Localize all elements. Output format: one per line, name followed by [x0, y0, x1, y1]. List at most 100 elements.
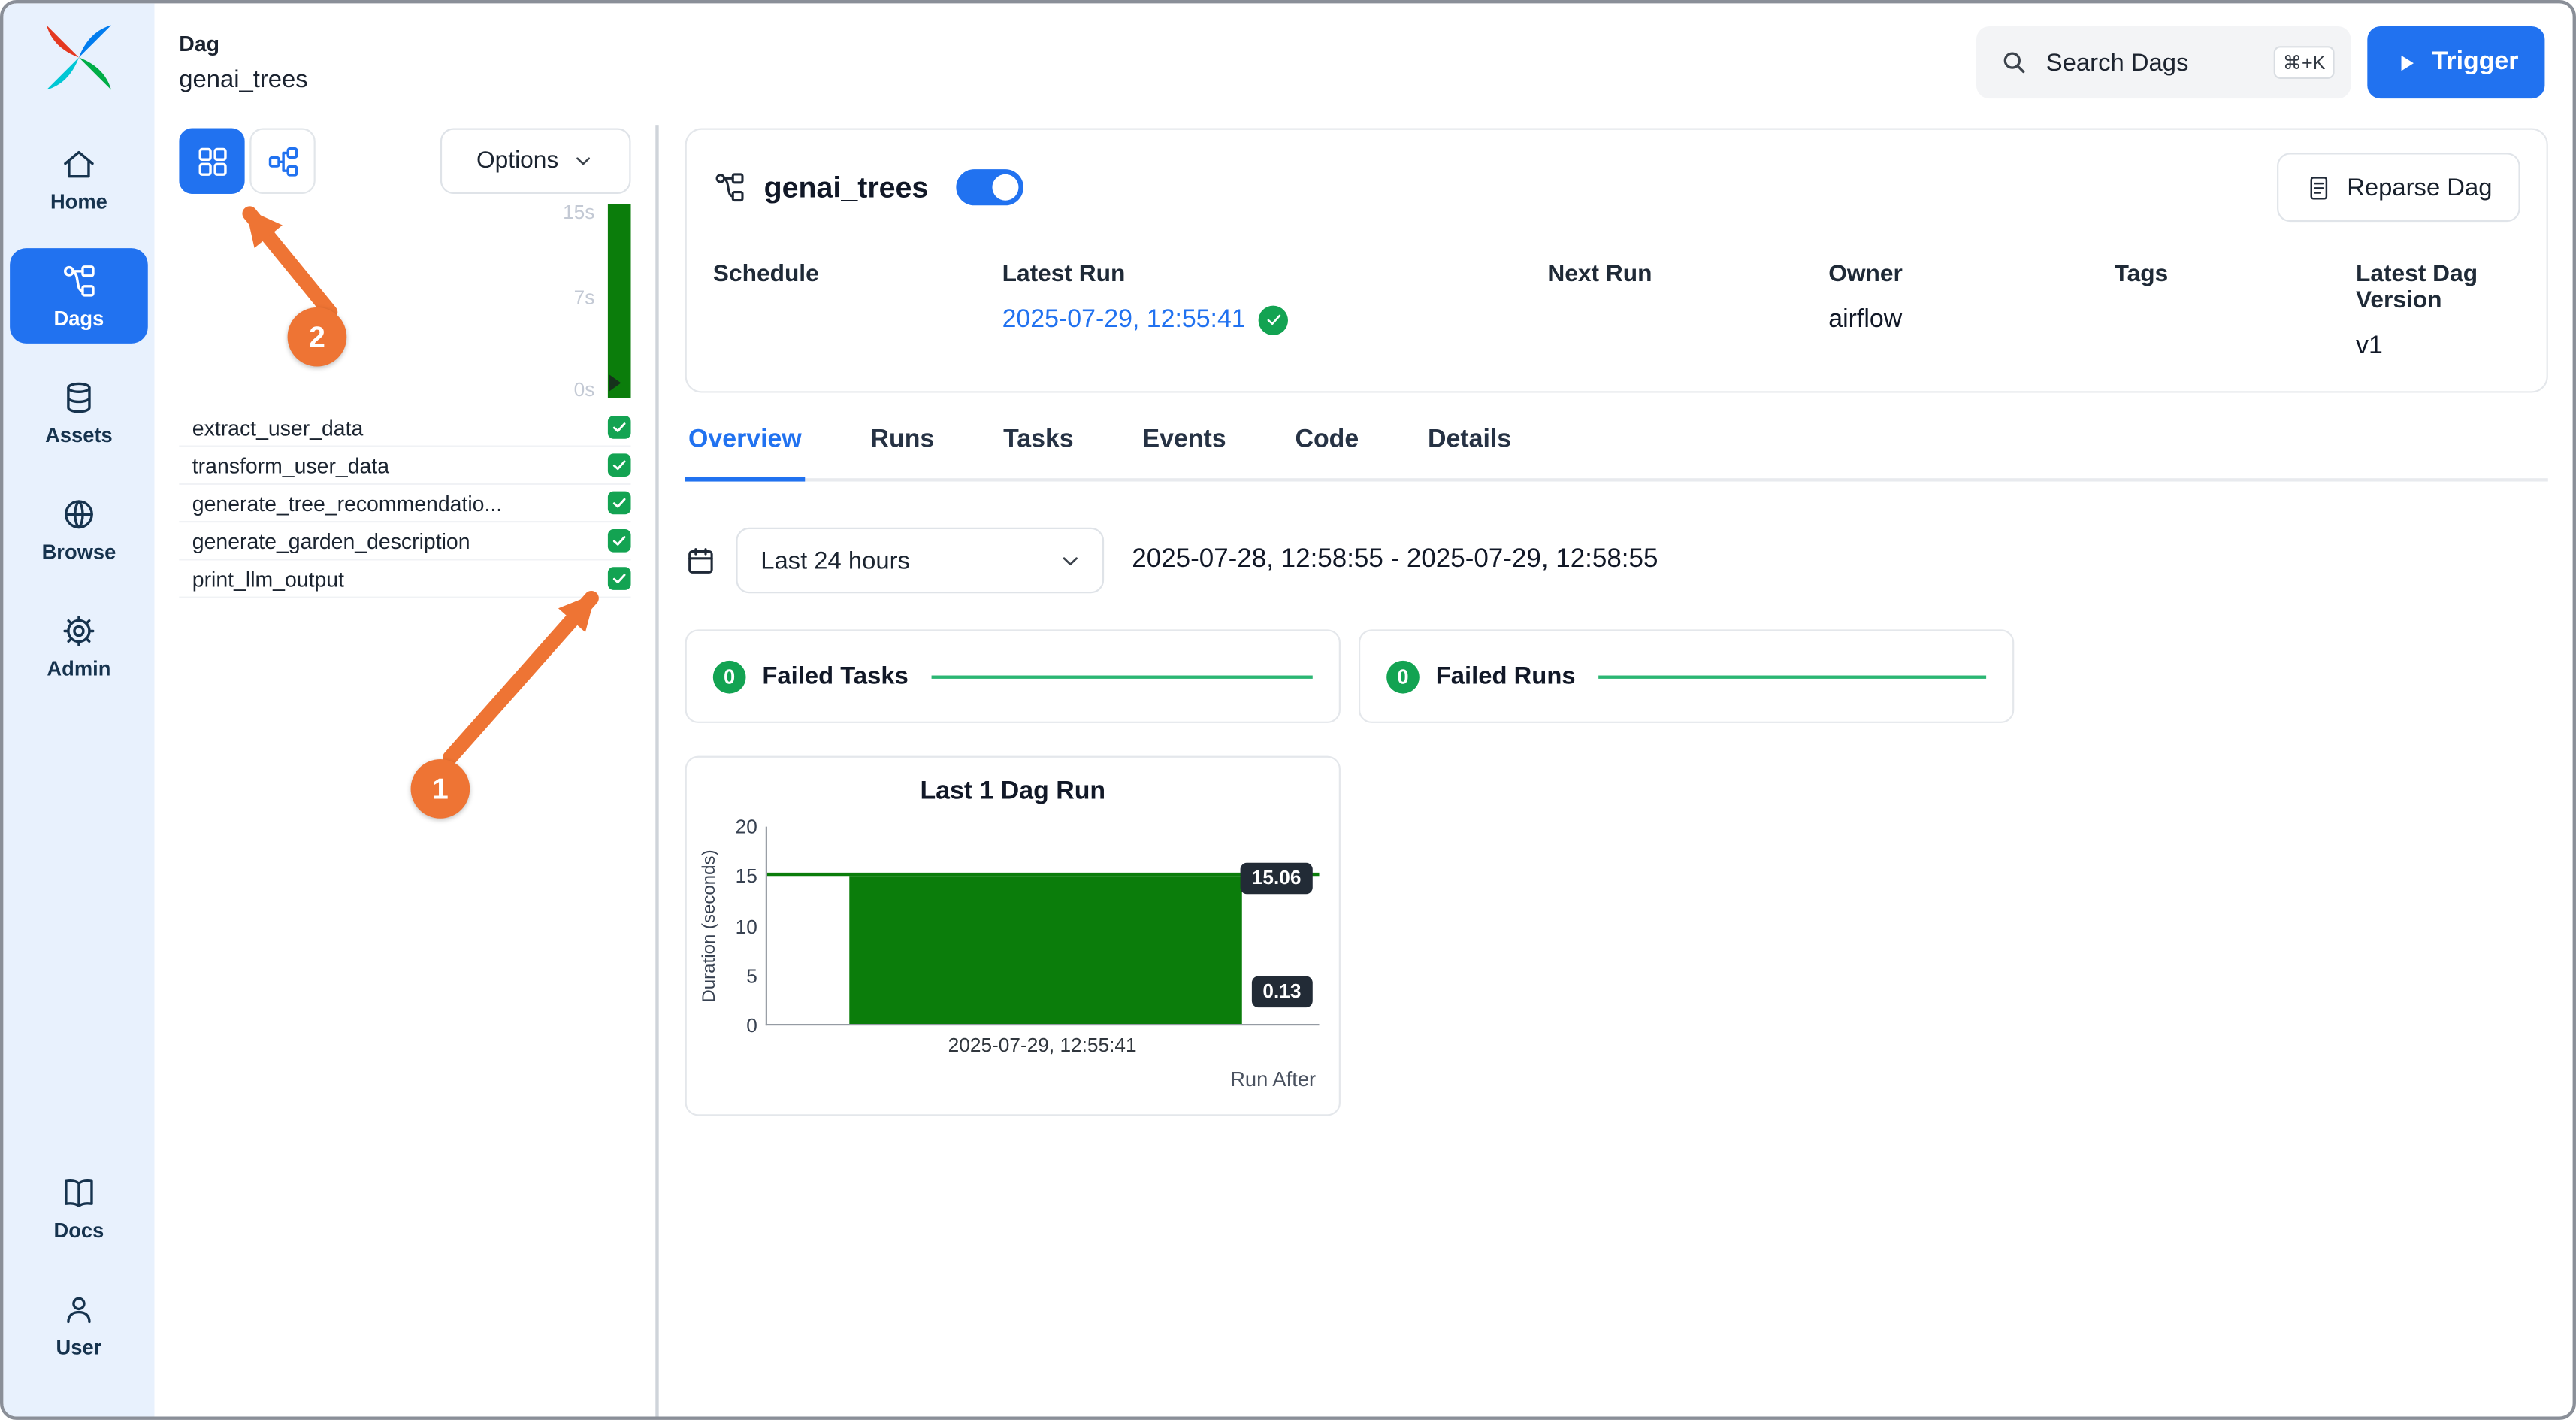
play-icon	[2394, 50, 2419, 75]
time-range-label: Last 24 hours	[760, 547, 910, 574]
y-tick: 15	[736, 867, 757, 886]
tab-overview[interactable]: Overview	[685, 422, 805, 482]
search-shortcut: ⌘+K	[2273, 46, 2336, 79]
task-row[interactable]: transform_user_data	[179, 447, 630, 485]
run-duration-label: 15.06	[1241, 862, 1313, 894]
reparse-dag-button[interactable]: Reparse Dag	[2276, 153, 2520, 222]
queued-duration-label: 0.13	[1251, 976, 1313, 1008]
field-schedule: Schedule	[713, 262, 1002, 362]
task-row[interactable]: print_llm_output	[179, 560, 630, 598]
task-row[interactable]: generate_garden_description	[179, 522, 630, 560]
time-range-text: 2025-07-28, 12:58:55 - 2025-07-29, 12:58…	[1132, 546, 1658, 575]
task-name: print_llm_output	[192, 566, 344, 591]
tab-events[interactable]: Events	[1139, 422, 1229, 482]
task-success-check[interactable]	[608, 453, 631, 477]
task-success-check[interactable]	[608, 567, 631, 590]
calendar-icon[interactable]	[685, 545, 717, 577]
field-dag-version: Latest Dag Version v1	[2356, 262, 2520, 362]
field-value	[713, 304, 1002, 335]
field-owner: Owner airflow	[1828, 262, 2114, 362]
stat-trend-line	[1598, 674, 1986, 677]
field-latest-run: Latest Run 2025-07-29, 12:55:41	[1002, 262, 1548, 362]
dag-pause-toggle[interactable]	[957, 169, 1024, 205]
latest-run-link[interactable]: 2025-07-29, 12:55:41	[1002, 304, 1548, 335]
y-axis-label: Duration (seconds)	[697, 827, 723, 1026]
breadcrumb-label: Dag	[179, 32, 307, 56]
breadcrumb-dag-name: genai_trees	[179, 65, 307, 93]
dag-header-card: genai_trees Reparse Dag Schedule	[685, 129, 2548, 393]
duration-tick: 7s	[574, 286, 595, 309]
dag-run-duration-bar[interactable]	[608, 204, 631, 398]
latest-run-timestamp: 2025-07-29, 12:55:41	[1002, 305, 1246, 335]
selected-run-marker	[609, 374, 621, 391]
failed-tasks-count: 0	[713, 660, 746, 693]
field-value	[1547, 304, 1828, 335]
sidebar-item-label: Assets	[45, 424, 113, 447]
sidebar: Home Dags Assets Browse Admin	[3, 3, 154, 1416]
sidebar-item-user[interactable]: User	[10, 1277, 148, 1373]
gear-icon	[61, 613, 97, 649]
time-range-dropdown[interactable]: Last 24 hours	[736, 528, 1104, 593]
sidebar-item-home[interactable]: Home	[10, 132, 148, 227]
task-row[interactable]: extract_user_data	[179, 409, 630, 447]
dag-run-bar[interactable]	[850, 875, 1242, 1024]
chart-title: Last 1 Dag Run	[687, 777, 1339, 807]
sidebar-item-admin[interactable]: Admin	[10, 598, 148, 694]
failed-runs-card[interactable]: 0 Failed Runs	[1359, 629, 2014, 723]
field-label: Next Run	[1547, 262, 1828, 288]
field-label: Latest Run	[1002, 262, 1548, 288]
run-duration-axis: 15s 7s 0s	[179, 204, 630, 398]
dag-detail-panel: genai_trees Reparse Dag Schedule	[659, 122, 2573, 1417]
task-success-check[interactable]	[608, 529, 631, 553]
failed-tasks-card[interactable]: 0 Failed Tasks	[685, 629, 1341, 723]
toggle-knob	[993, 174, 1019, 201]
dag-fields: Schedule Latest Run 2025-07-29, 12:55:41…	[713, 262, 2520, 362]
dag-header-top: genai_trees Reparse Dag	[713, 153, 2520, 222]
grid-view-button[interactable]	[179, 129, 244, 194]
book-icon	[61, 1175, 97, 1211]
sidebar-item-docs[interactable]: Docs	[10, 1160, 148, 1255]
breadcrumb: Dag genai_trees	[179, 32, 307, 94]
airflow-logo[interactable]	[44, 23, 113, 92]
duration-tick: 0s	[574, 378, 595, 401]
dag-icon	[713, 171, 746, 204]
search-dags-input[interactable]: Search Dags ⌘+K	[1977, 26, 2351, 98]
graph-view-button[interactable]	[249, 129, 315, 194]
y-tick: 20	[736, 817, 757, 837]
tab-details[interactable]: Details	[1425, 422, 1515, 482]
task-name: generate_tree_recommendatio...	[192, 491, 502, 516]
dag-run-chart-card: Last 1 Dag Run Duration (seconds) 20 15 …	[685, 756, 1341, 1116]
task-row[interactable]: generate_tree_recommendatio...	[179, 485, 630, 522]
field-tags: Tags	[2115, 262, 2356, 362]
user-icon	[61, 1291, 97, 1328]
options-label: Options	[476, 148, 558, 174]
tab-code[interactable]: Code	[1292, 422, 1362, 482]
content: Options 15s 7s 0s extract_user_data	[155, 122, 2573, 1417]
dag-icon	[61, 263, 97, 299]
dag-title: genai_trees	[764, 170, 929, 204]
tab-runs[interactable]: Runs	[867, 422, 937, 482]
sidebar-item-label: Admin	[47, 657, 110, 680]
sidebar-item-dags[interactable]: Dags	[10, 248, 148, 344]
sidebar-item-label: Home	[50, 191, 107, 214]
task-success-check[interactable]	[608, 492, 631, 515]
trigger-button[interactable]: Trigger	[2368, 26, 2544, 98]
sidebar-item-label: User	[56, 1336, 102, 1359]
chart-body: Duration (seconds) 20 15 10 5 0 15.06	[697, 827, 1320, 1026]
airflow-app: Home Dags Assets Browse Admin	[0, 0, 2576, 1420]
dag-tabs: Overview Runs Tasks Events Code Details	[685, 422, 2548, 482]
options-dropdown[interactable]: Options	[440, 129, 631, 194]
sidebar-item-browse[interactable]: Browse	[10, 482, 148, 577]
annotation-badge-1: 1	[411, 759, 470, 819]
field-next-run: Next Run	[1547, 262, 1828, 362]
sidebar-item-label: Browse	[42, 540, 116, 564]
reparse-icon	[2304, 174, 2332, 201]
field-label: Tags	[2115, 262, 2356, 288]
task-list: extract_user_data transform_user_data ge…	[179, 409, 630, 598]
y-tick: 5	[746, 966, 757, 986]
field-value	[2115, 304, 2356, 335]
tab-tasks[interactable]: Tasks	[1000, 422, 1077, 482]
y-tick: 0	[746, 1016, 757, 1035]
task-success-check[interactable]	[608, 416, 631, 439]
sidebar-item-assets[interactable]: Assets	[10, 365, 148, 460]
